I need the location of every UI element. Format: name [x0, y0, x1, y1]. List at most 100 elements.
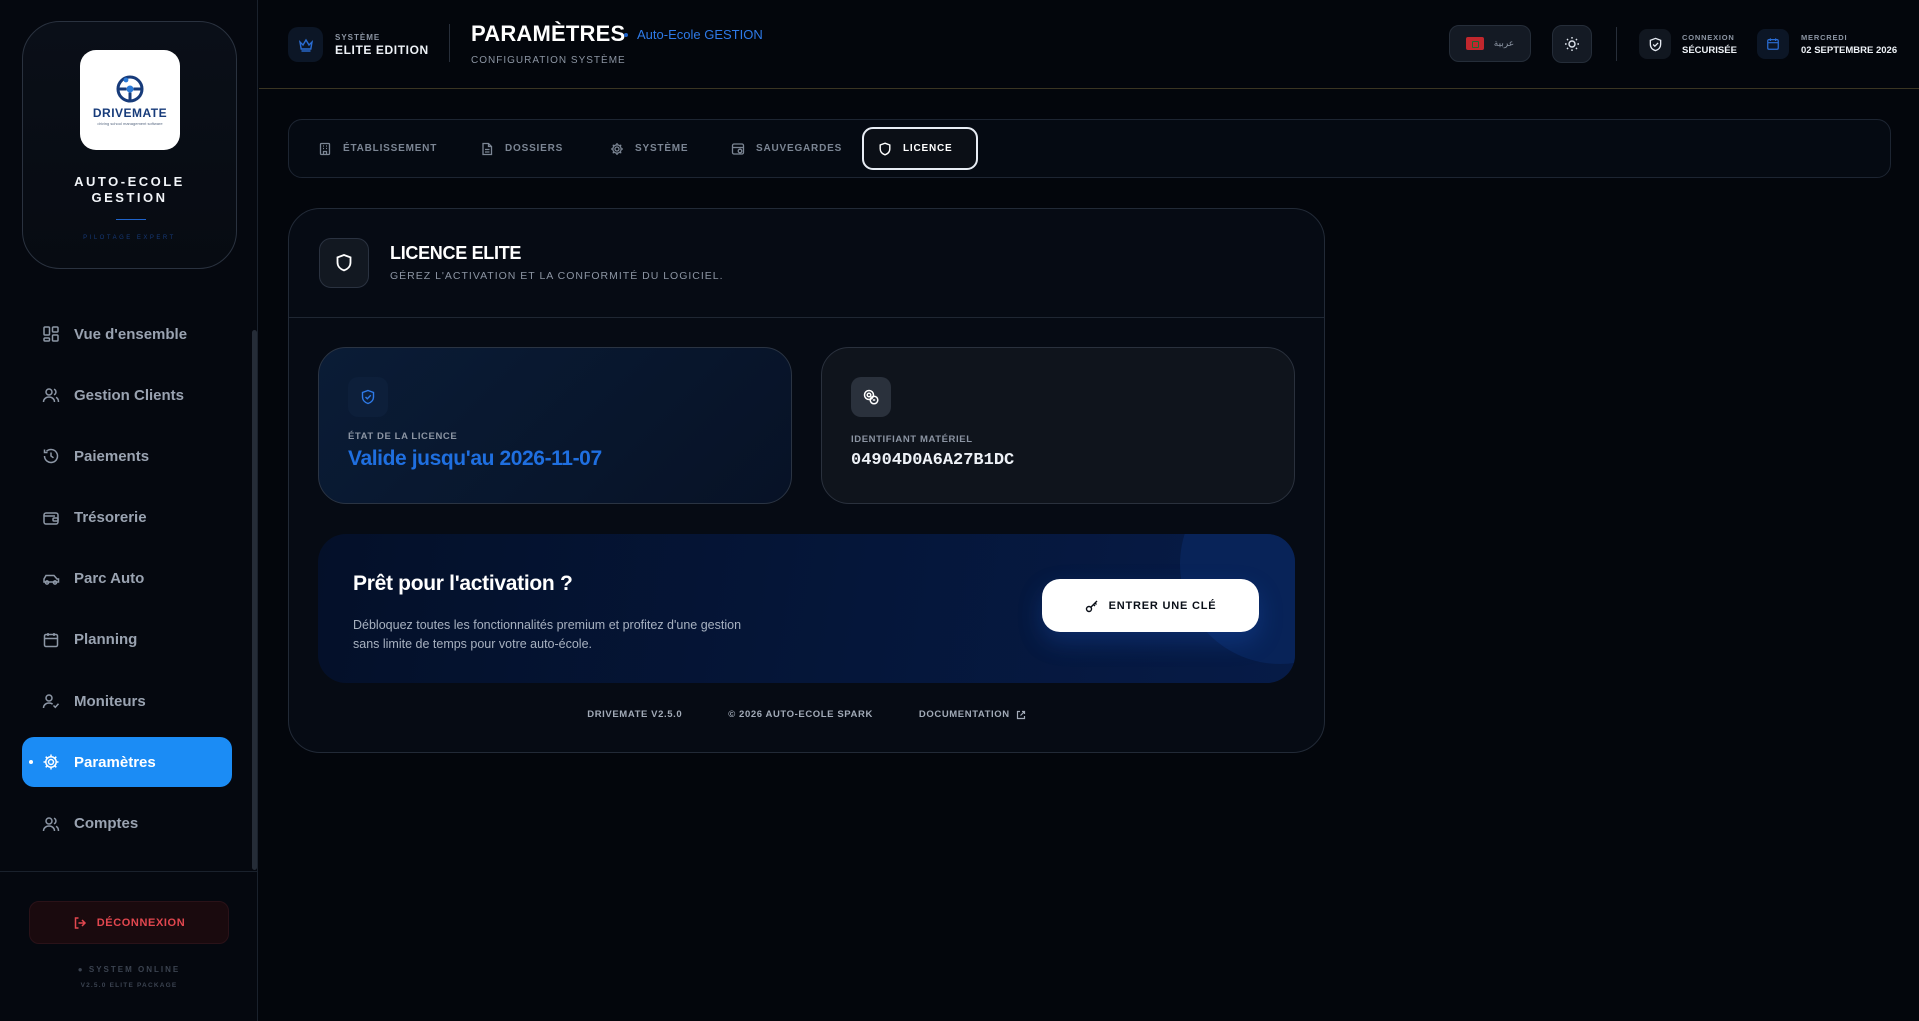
file-icon	[482, 142, 493, 155]
gear-icon	[611, 142, 623, 155]
hardware-icon-box	[851, 377, 891, 417]
sidebar-item-gestion-clients[interactable]: Gestion Clients	[22, 370, 232, 420]
app-name: Auto-Ecole GESTION	[637, 27, 763, 42]
sidebar-item-label: Gestion Clients	[74, 386, 185, 404]
version-package: V2.5.0 ELITE PACKAGE	[80, 982, 178, 989]
brand-title-line2: GESTION	[91, 190, 168, 205]
shield-icon	[879, 141, 891, 156]
sidebar-item-label: Vue d'ensemble	[74, 325, 188, 343]
history-icon	[43, 449, 59, 464]
sun-icon	[1565, 37, 1579, 51]
page-subtitle: CONFIGURATION SYSTÈME	[471, 55, 626, 66]
sidebar-nav: Vue d'ensemble Gestion Clients Paiements…	[22, 309, 232, 860]
language-switcher[interactable]: عربية	[1449, 25, 1531, 62]
user-check-icon	[42, 694, 60, 709]
license-status-card: ÉTAT DE LA LICENCE Valide jusqu'au 2026-…	[318, 347, 792, 504]
license-footer: DRIVEMATE V2.5.0 © 2026 AUTO-ECOLE SPARK…	[289, 709, 1324, 720]
brand-card: DRIVEMATE driving school management soft…	[22, 21, 237, 269]
shield-icon	[336, 254, 352, 272]
sidebar-item-label: Planning	[74, 631, 138, 649]
sidebar-divider	[0, 871, 258, 872]
enter-key-label: ENTRER UNE CLÉ	[1108, 599, 1217, 612]
brand-subtitle: PILOTAGE EXPERT	[83, 235, 176, 241]
brand-divider	[116, 219, 146, 220]
sidebar-item-moniteurs[interactable]: Moniteurs	[22, 676, 232, 726]
connection-label: CONNEXION	[1682, 33, 1735, 42]
documentation-label: DOCUMENTATION	[918, 709, 1010, 720]
edition-badge	[288, 27, 323, 62]
footer-copyright: © 2026 AUTO-ECOLE SPARK	[728, 709, 873, 720]
logout-icon	[74, 916, 86, 929]
theme-toggle-button[interactable]	[1552, 25, 1592, 63]
sidebar-item-label: Paiements	[74, 447, 150, 465]
crown-icon	[298, 38, 313, 52]
tab-label: SAUVEGARDES	[756, 143, 843, 154]
tab-label: LICENCE	[903, 143, 953, 154]
sidebar-item-vue-ensemble[interactable]: Vue d'ensemble	[22, 309, 232, 359]
settings-tabs: ÉTABLISSEMENT DOSSIERS SYSTÈME SAUVEGARD…	[288, 119, 1891, 178]
grid-icon	[43, 326, 59, 342]
date-value: 02 SEPTEMBRE 2026	[1801, 45, 1898, 56]
logo-tagline: driving school management software	[97, 121, 163, 126]
tab-etablissement[interactable]: ÉTABLISSEMENT	[304, 127, 451, 170]
hardware-id-value: 04904D0A6A27B1DC	[851, 451, 1015, 470]
gear-icon	[43, 754, 59, 770]
sidebar-item-label: Moniteurs	[74, 692, 146, 710]
tab-label: SYSTÈME	[635, 143, 689, 154]
brand-title-line1: AUTO-ECOLE	[74, 174, 185, 189]
sidebar-item-planning[interactable]: Planning	[22, 615, 232, 665]
building-icon	[319, 142, 331, 155]
tab-licence[interactable]: LICENCE	[862, 127, 978, 170]
date-badge	[1757, 29, 1789, 59]
sidebar-item-label: Paramètres	[74, 753, 156, 771]
logout-button[interactable]: DÉCONNEXION	[29, 901, 229, 944]
activation-description: Débloquez toutes les fonctionnalités pre…	[353, 618, 742, 651]
sidebar-scrollbar[interactable]	[252, 330, 257, 870]
sidebar-item-tresorerie[interactable]: Trésorerie	[22, 493, 232, 543]
system-status: ● SYSTEM ONLINE	[77, 965, 181, 974]
sidebar-item-comptes[interactable]: Comptes	[22, 799, 232, 849]
brand-title: AUTO-ECOLE GESTION	[23, 174, 236, 206]
external-link-icon	[1016, 710, 1025, 719]
license-subtitle: GÉREZ L'ACTIVATION ET LA CONFORMITÉ DU L…	[390, 270, 724, 282]
wallet-icon	[43, 511, 59, 525]
connection-badge	[1639, 29, 1671, 59]
app-logo: DRIVEMATE driving school management soft…	[80, 50, 180, 150]
shield-check-icon	[361, 389, 375, 405]
hardware-id-label: IDENTIFIANT MATÉRIEL	[851, 434, 973, 445]
day-label: MERCREDI	[1801, 33, 1848, 42]
activation-title: Prêt pour l'activation ?	[353, 572, 573, 595]
documentation-link[interactable]: DOCUMENTATION	[919, 709, 1026, 720]
system-label: SYSTÈME	[335, 33, 381, 42]
top-header: SYSTÈME ELITE EDITION PARAMÈTRES Auto-Ec…	[259, 0, 1919, 89]
car-icon	[43, 574, 60, 585]
sidebar-item-label: Parc Auto	[74, 570, 145, 588]
hardware-id-card: IDENTIFIANT MATÉRIEL 04904D0A6A27B1DC	[821, 347, 1295, 504]
backup-icon	[731, 142, 745, 155]
users-icon	[42, 388, 60, 403]
header-divider	[449, 24, 450, 62]
logo-name: DRIVEMATE	[92, 106, 168, 120]
sidebar-item-parametres[interactable]: Paramètres	[22, 737, 232, 788]
license-panel: LICENCE ELITE GÉREZ L'ACTIVATION ET LA C…	[288, 208, 1325, 753]
tab-dossiers[interactable]: DOSSIERS	[466, 127, 577, 170]
footer-version: DRIVEMATE V2.5.0	[587, 709, 683, 720]
tab-label: DOSSIERS	[505, 143, 564, 154]
sidebar-item-parc-auto[interactable]: Parc Auto	[22, 554, 232, 604]
enter-key-button[interactable]: ENTRER UNE CLÉ	[1042, 579, 1259, 632]
license-status-label: ÉTAT DE LA LICENCE	[348, 431, 458, 442]
system-edition: ELITE EDITION	[335, 43, 429, 57]
fingerprint-icon	[863, 389, 879, 405]
active-indicator	[29, 760, 33, 765]
license-divider	[289, 317, 1324, 318]
sidebar-item-paiements[interactable]: Paiements	[22, 431, 232, 481]
language-label: عربية	[1493, 38, 1515, 48]
connection-value: SÉCURISÉE	[1682, 45, 1737, 56]
shield-check-icon	[1649, 37, 1661, 51]
tab-systeme[interactable]: SYSTÈME	[596, 127, 702, 170]
steering-wheel-icon	[116, 75, 144, 103]
morocco-flag-icon	[1465, 37, 1484, 50]
sidebar: DRIVEMATE driving school management soft…	[0, 0, 258, 1021]
page-title: PARAMÈTRES	[471, 21, 626, 46]
tab-sauvegardes[interactable]: SAUVEGARDES	[717, 127, 856, 170]
